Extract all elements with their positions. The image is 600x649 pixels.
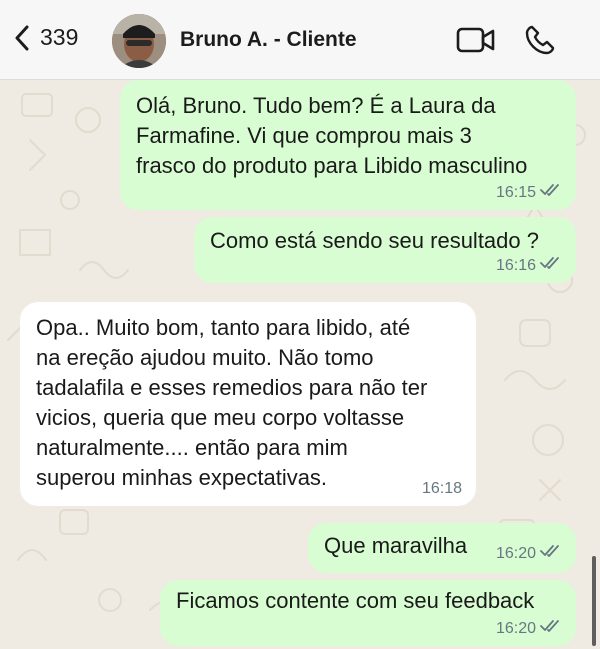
chat-area[interactable]: Olá, Bruno. Tudo bem? É a Laura da Farma… <box>0 80 600 649</box>
message-bubble-incoming[interactable]: Opa.. Muito bom, tanto para libido, até … <box>20 302 476 506</box>
message-time: 16:20 <box>495 544 536 562</box>
message-bubble-outgoing[interactable]: Que maravilha 16:20 <box>308 523 576 573</box>
avatar[interactable] <box>112 14 166 68</box>
message-meta: 16:16 <box>496 256 562 275</box>
contact-name[interactable]: Bruno A. - Cliente <box>180 28 357 52</box>
back-button[interactable]: 339 <box>14 24 78 51</box>
unread-count: 339 <box>40 24 79 50</box>
read-receipt-icon <box>540 256 562 275</box>
message-meta: 16:18 <box>422 480 462 498</box>
message-text: Como está sendo seu resultado ? <box>210 228 539 253</box>
video-call-button[interactable] <box>456 26 496 59</box>
scrollbar[interactable] <box>592 556 596 646</box>
message-time: 16:16 <box>495 256 536 274</box>
message-text: Opa.. Muito bom, tanto para libido, até … <box>36 315 428 490</box>
message-text: Ficamos contente com seu feedback <box>176 588 535 613</box>
message-meta: 16:15 <box>496 183 562 202</box>
message-bubble-outgoing[interactable]: Olá, Bruno. Tudo bem? É a Laura da Farma… <box>120 80 576 210</box>
message-time: 16:15 <box>495 183 536 201</box>
message-time: 16:20 <box>495 619 536 637</box>
video-camera-icon <box>456 27 496 58</box>
message-text: Olá, Bruno. Tudo bem? É a Laura da Farma… <box>136 93 528 178</box>
read-receipt-icon <box>540 183 562 202</box>
phone-icon <box>524 25 556 60</box>
message-bubble-outgoing[interactable]: Ficamos contente com seu feedback 16:20 <box>160 580 576 646</box>
message-meta: 16:20 <box>496 544 562 563</box>
message-meta: 16:20 <box>496 619 562 638</box>
read-receipt-icon <box>540 544 562 563</box>
read-receipt-icon <box>540 619 562 638</box>
chat-header: 339 Bruno A. - Cliente <box>0 0 600 80</box>
message-bubble-outgoing[interactable]: Como está sendo seu resultado ? 16:16 <box>194 217 576 283</box>
chevron-left-icon <box>14 25 30 51</box>
voice-call-button[interactable] <box>524 24 556 61</box>
message-time: 16:18 <box>421 480 462 497</box>
